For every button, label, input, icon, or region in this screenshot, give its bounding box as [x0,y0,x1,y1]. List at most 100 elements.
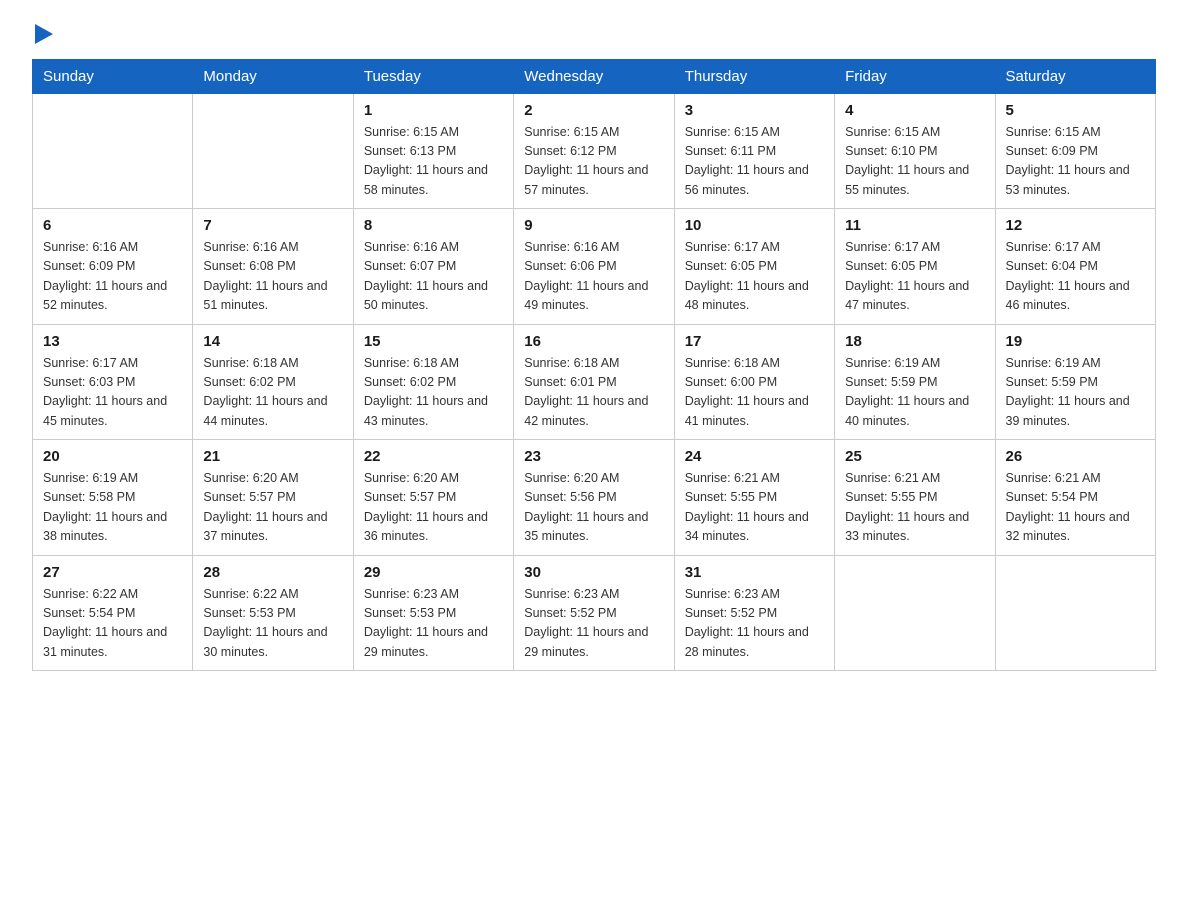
day-number: 19 [1006,333,1145,350]
day-info: Sunrise: 6:21 AMSunset: 5:55 PMDaylight:… [685,469,824,547]
day-info: Sunrise: 6:17 AMSunset: 6:05 PMDaylight:… [845,238,984,316]
day-number: 13 [43,333,182,350]
day-info: Sunrise: 6:23 AMSunset: 5:53 PMDaylight:… [364,585,503,663]
day-info: Sunrise: 6:16 AMSunset: 6:09 PMDaylight:… [43,238,182,316]
calendar-cell [835,555,995,671]
week-row-5: 27Sunrise: 6:22 AMSunset: 5:54 PMDayligh… [33,555,1156,671]
logo [32,24,53,51]
day-number: 4 [845,102,984,119]
calendar-cell: 27Sunrise: 6:22 AMSunset: 5:54 PMDayligh… [33,555,193,671]
day-info: Sunrise: 6:15 AMSunset: 6:09 PMDaylight:… [1006,123,1145,201]
day-info: Sunrise: 6:16 AMSunset: 6:08 PMDaylight:… [203,238,342,316]
day-number: 7 [203,217,342,234]
day-number: 12 [1006,217,1145,234]
day-number: 6 [43,217,182,234]
day-info: Sunrise: 6:18 AMSunset: 6:02 PMDaylight:… [203,354,342,432]
day-info: Sunrise: 6:23 AMSunset: 5:52 PMDaylight:… [685,585,824,663]
day-number: 2 [524,102,663,119]
calendar-cell: 19 Sunrise: 6:19 AMSunset: 5:59 PMDayligh… [995,324,1155,440]
day-info: Sunrise: 6:15 AMSunset: 6:10 PMDaylight:… [845,123,984,201]
day-info: Sunrise: 6:22 AMSunset: 5:54 PMDaylight:… [43,585,182,663]
calendar-cell: 3Sunrise: 6:15 AMSunset: 6:11 PMDaylight… [674,93,834,209]
day-number: 18 [845,333,984,350]
calendar-cell: 26 Sunrise: 6:21 AMSunset: 5:54 PMDayligh… [995,440,1155,556]
day-info: Sunrise: 6:17 AMSunset: 6:04 PMDaylight:… [1006,238,1145,316]
day-number: 5 [1006,102,1145,119]
day-number: 16 [524,333,663,350]
day-number: 8 [364,217,503,234]
calendar-cell: 28Sunrise: 6:22 AMSunset: 5:53 PMDayligh… [193,555,353,671]
column-header-saturday: Saturday [995,59,1155,93]
calendar-cell: 11 Sunrise: 6:17 AMSunset: 6:05 PMDayligh… [835,209,995,325]
calendar-cell: 17 Sunrise: 6:18 AMSunset: 6:00 PMDayligh… [674,324,834,440]
week-row-1: 1Sunrise: 6:15 AMSunset: 6:13 PMDaylight… [33,93,1156,209]
column-header-wednesday: Wednesday [514,59,674,93]
day-info: Sunrise: 6:18 AMSunset: 6:00 PMDaylight:… [685,354,824,432]
day-info: Sunrise: 6:21 AMSunset: 5:55 PMDaylight:… [845,469,984,547]
calendar-cell: 21 Sunrise: 6:20 AMSunset: 5:57 PMDayligh… [193,440,353,556]
day-number: 21 [203,448,342,465]
day-number: 17 [685,333,824,350]
day-number: 9 [524,217,663,234]
calendar-cell: 6 Sunrise: 6:16 AMSunset: 6:09 PMDaylight… [33,209,193,325]
calendar-cell: 23 Sunrise: 6:20 AMSunset: 5:56 PMDayligh… [514,440,674,556]
day-number: 14 [203,333,342,350]
day-info: Sunrise: 6:18 AMSunset: 6:01 PMDaylight:… [524,354,663,432]
calendar-cell: 4 Sunrise: 6:15 AMSunset: 6:10 PMDaylight… [835,93,995,209]
day-info: Sunrise: 6:16 AMSunset: 6:06 PMDaylight:… [524,238,663,316]
day-number: 26 [1006,448,1145,465]
calendar-cell: 5 Sunrise: 6:15 AMSunset: 6:09 PMDaylight… [995,93,1155,209]
calendar-cell: 16 Sunrise: 6:18 AMSunset: 6:01 PMDayligh… [514,324,674,440]
day-info: Sunrise: 6:19 AMSunset: 5:58 PMDaylight:… [43,469,182,547]
day-number: 15 [364,333,503,350]
column-header-tuesday: Tuesday [353,59,513,93]
day-number: 11 [845,217,984,234]
day-info: Sunrise: 6:20 AMSunset: 5:57 PMDaylight:… [203,469,342,547]
day-number: 25 [845,448,984,465]
calendar-cell: 1Sunrise: 6:15 AMSunset: 6:13 PMDaylight… [353,93,513,209]
day-number: 23 [524,448,663,465]
calendar-cell: 14 Sunrise: 6:18 AMSunset: 6:02 PMDayligh… [193,324,353,440]
day-info: Sunrise: 6:16 AMSunset: 6:07 PMDaylight:… [364,238,503,316]
week-row-4: 20 Sunrise: 6:19 AMSunset: 5:58 PMDayligh… [33,440,1156,556]
day-info: Sunrise: 6:19 AMSunset: 5:59 PMDaylight:… [1006,354,1145,432]
day-number: 30 [524,564,663,581]
day-info: Sunrise: 6:22 AMSunset: 5:53 PMDaylight:… [203,585,342,663]
calendar-cell: 22Sunrise: 6:20 AMSunset: 5:57 PMDayligh… [353,440,513,556]
day-number: 3 [685,102,824,119]
calendar-cell: 31 Sunrise: 6:23 AMSunset: 5:52 PMDayligh… [674,555,834,671]
calendar-cell: 9 Sunrise: 6:16 AMSunset: 6:06 PMDaylight… [514,209,674,325]
calendar-cell: 8 Sunrise: 6:16 AMSunset: 6:07 PMDaylight… [353,209,513,325]
calendar-cell: 30 Sunrise: 6:23 AMSunset: 5:52 PMDayligh… [514,555,674,671]
day-info: Sunrise: 6:23 AMSunset: 5:52 PMDaylight:… [524,585,663,663]
calendar-cell [33,93,193,209]
calendar-cell: 29 Sunrise: 6:23 AMSunset: 5:53 PMDayligh… [353,555,513,671]
column-header-monday: Monday [193,59,353,93]
day-info: Sunrise: 6:15 AMSunset: 6:12 PMDaylight:… [524,123,663,201]
logo-triangle-icon [35,24,53,49]
day-info: Sunrise: 6:21 AMSunset: 5:54 PMDaylight:… [1006,469,1145,547]
column-header-sunday: Sunday [33,59,193,93]
day-info: Sunrise: 6:15 AMSunset: 6:13 PMDaylight:… [364,123,503,201]
day-number: 24 [685,448,824,465]
calendar-cell: 12 Sunrise: 6:17 AMSunset: 6:04 PMDayligh… [995,209,1155,325]
calendar-header-row: SundayMondayTuesdayWednesdayThursdayFrid… [33,59,1156,93]
column-header-thursday: Thursday [674,59,834,93]
page-header [32,24,1156,51]
calendar-cell: 15 Sunrise: 6:18 AMSunset: 6:02 PMDayligh… [353,324,513,440]
calendar-cell: 10Sunrise: 6:17 AMSunset: 6:05 PMDayligh… [674,209,834,325]
day-info: Sunrise: 6:17 AMSunset: 6:03 PMDaylight:… [43,354,182,432]
day-number: 29 [364,564,503,581]
day-number: 31 [685,564,824,581]
day-number: 20 [43,448,182,465]
calendar-cell [995,555,1155,671]
calendar-cell: 18Sunrise: 6:19 AMSunset: 5:59 PMDayligh… [835,324,995,440]
day-info: Sunrise: 6:20 AMSunset: 5:57 PMDaylight:… [364,469,503,547]
calendar-cell: 20 Sunrise: 6:19 AMSunset: 5:58 PMDayligh… [33,440,193,556]
day-info: Sunrise: 6:20 AMSunset: 5:56 PMDaylight:… [524,469,663,547]
calendar-cell [193,93,353,209]
day-info: Sunrise: 6:18 AMSunset: 6:02 PMDaylight:… [364,354,503,432]
calendar-cell: 2 Sunrise: 6:15 AMSunset: 6:12 PMDaylight… [514,93,674,209]
calendar-table: SundayMondayTuesdayWednesdayThursdayFrid… [32,59,1156,672]
calendar-cell: 13 Sunrise: 6:17 AMSunset: 6:03 PMDayligh… [33,324,193,440]
